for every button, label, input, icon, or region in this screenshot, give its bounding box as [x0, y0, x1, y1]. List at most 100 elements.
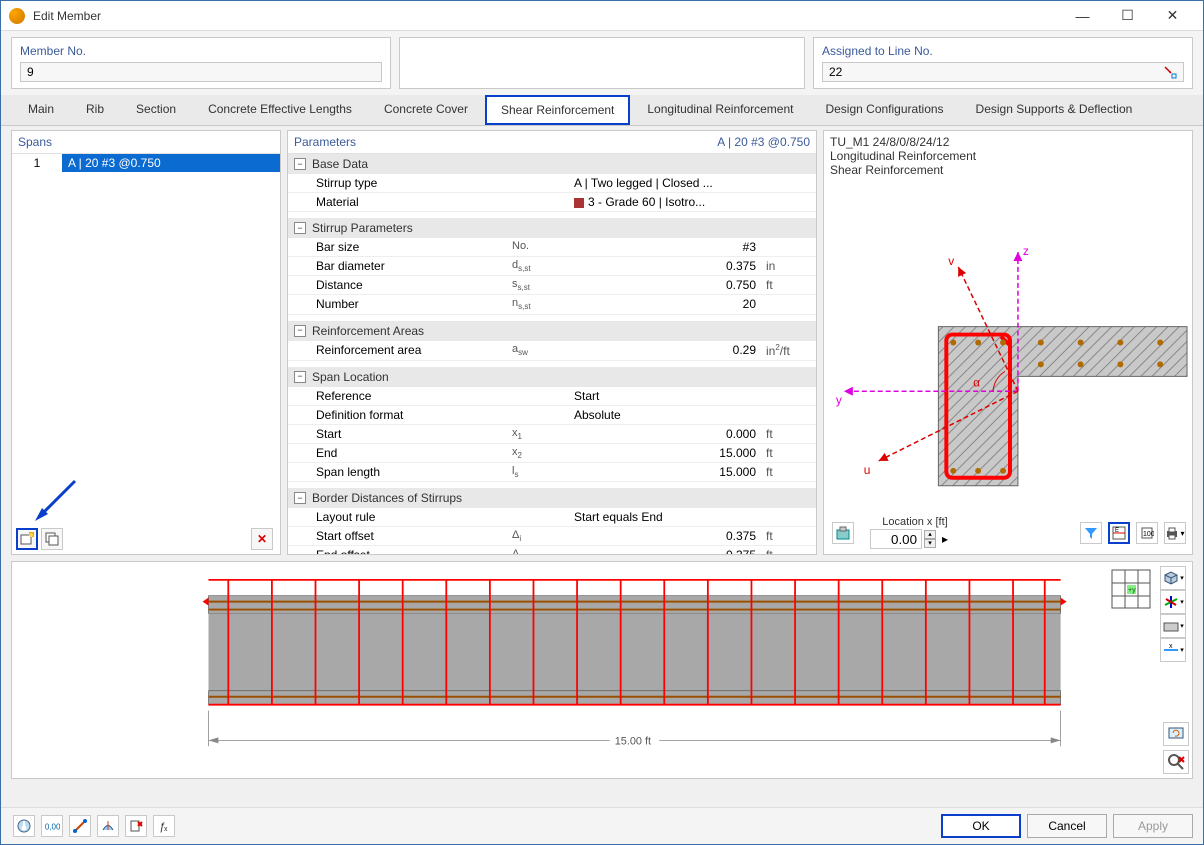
row-end[interactable]: Endx215.000ft [288, 444, 816, 463]
header-row: Member No. 9 Assigned to Line No. 22 [1, 31, 1203, 95]
units-button[interactable]: 0,00 [41, 815, 63, 837]
row-material[interactable]: Material3 - Grade 60 | Isotro... [288, 193, 816, 212]
delete-span-button[interactable]: ✕ [251, 528, 273, 550]
group-border-distances[interactable]: −Border Distances of Stirrups [288, 488, 816, 508]
view-display-button[interactable]: ▾ [1160, 614, 1186, 638]
material-color-icon [574, 198, 584, 208]
group-reinforcement-areas[interactable]: −Reinforcement Areas [288, 321, 816, 341]
view-grid-icon[interactable]: +y [1110, 568, 1152, 613]
cross-section-pane: TU_M1 24/8/0/8/24/12 Longitudinal Reinfo… [823, 130, 1193, 555]
group-span-location[interactable]: −Span Location [288, 367, 816, 387]
row-definition-format[interactable]: Definition formatAbsolute [288, 406, 816, 425]
tab-longitudinal-reinforcement[interactable]: Longitudinal Reinforcement [632, 95, 808, 125]
delete-button[interactable] [125, 815, 147, 837]
axis-v-label: v [948, 254, 954, 268]
app-icon [9, 8, 25, 24]
view-axes-button[interactable]: ▾ [1160, 590, 1186, 614]
help-button[interactable] [13, 815, 35, 837]
tab-concrete-effective-lengths[interactable]: Concrete Effective Lengths [193, 95, 367, 125]
pick-line-icon[interactable] [1163, 65, 1177, 79]
axis-u-label: u [864, 463, 871, 477]
parameters-grid[interactable]: −Base Data Stirrup typeA | Two legged | … [288, 154, 816, 554]
row-span-length[interactable]: Span lengthls15.000ft [288, 463, 816, 482]
view-refresh-button[interactable] [1163, 722, 1189, 746]
row-end-offset[interactable]: End offsetΔj0.375ft [288, 546, 816, 554]
window-title: Edit Member [33, 9, 1060, 23]
row-number[interactable]: Numberns,st20 [288, 295, 816, 314]
row-start-offset[interactable]: Start offsetΔi0.375ft [288, 527, 816, 546]
tab-main[interactable]: Main [13, 95, 69, 125]
apply-button[interactable]: Apply [1113, 814, 1193, 838]
tabs: Main Rib Section Concrete Effective Leng… [1, 95, 1203, 126]
view-position-button[interactable]: x▾ [1160, 638, 1186, 662]
print-button[interactable]: ▾ [1164, 522, 1186, 544]
member-no-input[interactable]: 9 [20, 62, 382, 82]
maximize-button[interactable]: ☐ [1105, 2, 1150, 30]
tab-concrete-cover[interactable]: Concrete Cover [369, 95, 483, 125]
row-start[interactable]: Startx10.000ft [288, 425, 816, 444]
middle-empty-box [399, 37, 805, 89]
collapse-icon[interactable]: − [294, 371, 306, 383]
assigned-line-label: Assigned to Line No. [822, 44, 1184, 58]
assigned-line-box: Assigned to Line No. 22 [813, 37, 1193, 89]
parameters-header: Parameters [294, 135, 356, 149]
parameters-header-right: A | 20 #3 @0.750 [717, 135, 810, 149]
cross-section-view[interactable]: z y v u α [824, 181, 1192, 512]
collapse-icon[interactable]: − [294, 325, 306, 337]
view-isometric-button[interactable]: ▾ [1160, 566, 1186, 590]
titlebar: Edit Member — ☐ ✕ [1, 1, 1203, 31]
close-button[interactable]: ✕ [1150, 2, 1195, 30]
values-toggle-button[interactable]: E [1108, 522, 1130, 544]
span-number: 1 [12, 154, 62, 172]
section-settings-button[interactable] [832, 522, 854, 544]
collapse-icon[interactable]: − [294, 492, 306, 504]
span-row-1[interactable]: 1 A | 20 #3 @0.750 [12, 154, 280, 172]
row-stirrup-type[interactable]: Stirrup typeA | Two legged | Closed ... [288, 174, 816, 193]
assigned-line-input[interactable]: 22 [822, 62, 1184, 82]
view-zoom-reset-button[interactable] [1163, 750, 1189, 774]
row-bar-diameter[interactable]: Bar diameterds,st0.375in [288, 257, 816, 276]
svg-text:100: 100 [1143, 531, 1154, 538]
row-reinforcement-area[interactable]: Reinforcement areaasw0.29in2/ft [288, 341, 816, 361]
group-base-data[interactable]: −Base Data [288, 154, 816, 174]
member-elevation-view[interactable]: 15.00 ft +y [12, 562, 1158, 778]
spans-header: Spans [12, 131, 280, 154]
row-reference[interactable]: ReferenceStart [288, 387, 816, 406]
copy-span-button[interactable] [41, 528, 63, 550]
svg-text:0,00: 0,00 [45, 823, 60, 832]
collapse-icon[interactable]: − [294, 158, 306, 170]
dimension-label: 15.00 ft [615, 735, 651, 747]
cross-section-toolbar: Location x [ft] ▴▾ ▸ E 100 ▾ [824, 512, 1192, 554]
edit-member-window: Edit Member — ☐ ✕ Member No. 9 Assigned … [0, 0, 1204, 845]
group-stirrup-parameters[interactable]: −Stirrup Parameters [288, 218, 816, 238]
span-description: A | 20 #3 @0.750 [62, 154, 280, 172]
tab-shear-reinforcement[interactable]: Shear Reinforcement [485, 95, 630, 125]
add-span-button[interactable] [16, 528, 38, 550]
function-button[interactable]: ƒx [153, 815, 175, 837]
location-spinner[interactable]: ▴▾ [924, 530, 936, 548]
tab-design-supports-deflection[interactable]: Design Supports & Deflection [961, 95, 1148, 125]
member-button[interactable] [69, 815, 91, 837]
global-button[interactable] [97, 815, 119, 837]
location-dropdown-icon[interactable]: ▸ [938, 528, 952, 550]
tab-design-configurations[interactable]: Design Configurations [810, 95, 958, 125]
collapse-icon[interactable]: − [294, 222, 306, 234]
tab-rib[interactable]: Rib [71, 95, 119, 125]
location-input[interactable] [870, 529, 922, 549]
row-layout-rule[interactable]: Layout ruleStart equals End [288, 508, 816, 527]
cancel-button[interactable]: Cancel [1027, 814, 1107, 838]
svg-text:x: x [164, 826, 168, 833]
angle-alpha-label: α [973, 375, 980, 389]
axis-y-label: y [836, 393, 842, 407]
row-bar-size[interactable]: Bar sizeNo.#3 [288, 238, 816, 257]
row-distance[interactable]: Distancess,st0.750ft [288, 276, 816, 295]
filter-button[interactable] [1080, 522, 1102, 544]
section-line2: Longitudinal Reinforcement [830, 149, 1186, 163]
ok-button[interactable]: OK [941, 814, 1021, 838]
minimize-button[interactable]: — [1060, 2, 1105, 30]
dimensions-button[interactable]: 100 [1136, 522, 1158, 544]
section-line3: Shear Reinforcement [830, 163, 1186, 177]
section-id: TU_M1 24/8/0/8/24/12 [830, 135, 1186, 149]
svg-text:E: E [1115, 528, 1119, 534]
tab-section[interactable]: Section [121, 95, 191, 125]
